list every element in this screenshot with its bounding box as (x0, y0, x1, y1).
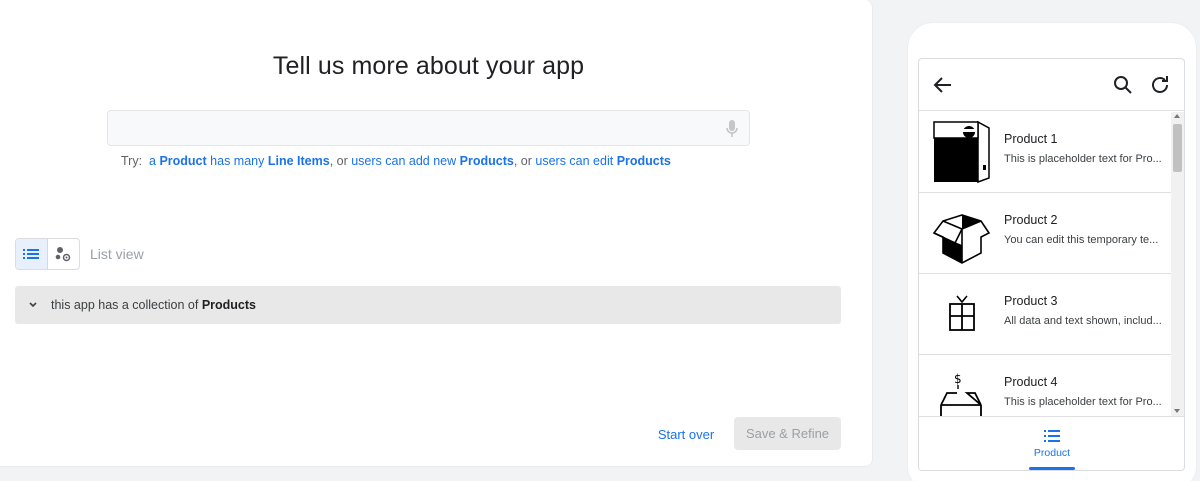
phone-screen: Product 1 This is placeholder text for P… (918, 58, 1185, 471)
list-item[interactable]: $ Product 4 This is placeholder text for… (919, 355, 1171, 416)
save-refine-button[interactable]: Save & Refine (734, 417, 841, 450)
item-title: Product 3 (1004, 294, 1058, 308)
back-arrow-icon[interactable] (931, 73, 955, 97)
item-description: This is placeholder text for Pro... (1004, 396, 1162, 408)
suggestion-text: users can edit (535, 154, 614, 168)
suggestion-entity: Products (459, 154, 514, 168)
item-description: This is placeholder text for Pro... (1004, 153, 1162, 165)
collection-prefix: this app has a collection of (51, 298, 199, 312)
app-root: Tell us more about your app Try: a Produ… (0, 0, 1200, 481)
page-title: Tell us more about your app (272, 52, 585, 80)
chevron-down-icon[interactable] (15, 301, 51, 309)
search-icon[interactable] (1111, 73, 1135, 97)
item-title: Product 4 (1004, 375, 1058, 389)
svg-text:$: $ (954, 372, 962, 386)
nav-tab-label: Product (1033, 447, 1071, 459)
suggestion-entity: Products (616, 154, 671, 168)
list-icon (1044, 430, 1060, 442)
active-tab-indicator (1029, 467, 1075, 470)
nav-tab-product[interactable]: Product (1026, 417, 1078, 470)
microphone-icon[interactable] (725, 119, 739, 139)
item-title: Product 1 (1004, 132, 1058, 146)
box-closed-icon (933, 120, 991, 184)
suggestion-text: users can add new (351, 154, 457, 168)
app-header (919, 59, 1184, 111)
gift-box-icon (933, 282, 991, 346)
list-view-button[interactable] (16, 239, 48, 269)
prompt-box (107, 110, 750, 146)
start-over-button[interactable]: Start over (647, 418, 725, 450)
list-scrollbar[interactable] (1171, 112, 1184, 416)
suggestion-add-products[interactable]: users can add new Products (351, 154, 514, 168)
list-item[interactable]: Product 3 All data and text shown, inclu… (919, 274, 1171, 355)
item-description: You can edit this temporary te... (1004, 234, 1159, 246)
view-toggle (15, 238, 80, 270)
settings-nodes-icon (55, 247, 71, 262)
box-open-icon (932, 201, 991, 265)
suggestion-separator: , or (513, 154, 532, 168)
list-item[interactable]: Product 1 This is placeholder text for P… (919, 112, 1171, 193)
suggestion-line: Try: a Product has many Line Items, or u… (121, 154, 671, 168)
scrollbar-thumb[interactable] (1173, 124, 1182, 172)
list-icon (23, 249, 40, 259)
refresh-icon[interactable] (1148, 73, 1172, 97)
entity-view-button[interactable] (48, 239, 79, 269)
list-item[interactable]: Product 2 You can edit this temporary te… (919, 193, 1171, 274)
product-list: Product 1 This is placeholder text for P… (919, 112, 1184, 416)
collection-entity: Products (201, 298, 256, 312)
suggestion-text: a (149, 154, 156, 168)
collection-bar[interactable]: this app has a collection of Products (15, 286, 841, 324)
suggestion-prefix: Try: (121, 154, 143, 168)
suggestion-text: has many (210, 154, 265, 168)
suggestion-product-line-items[interactable]: a Product has many Line Items (149, 154, 330, 168)
scroll-up-arrow-icon[interactable] (1174, 114, 1180, 118)
suggestion-edit-products[interactable]: users can edit Products (535, 154, 671, 168)
collection-text: this app has a collection of Products (51, 298, 256, 312)
scroll-down-arrow-icon[interactable] (1174, 409, 1180, 413)
view-mode-label: List view (90, 246, 144, 262)
suggestion-entity: Line Items (267, 154, 330, 168)
bottom-nav: Product (919, 416, 1184, 470)
suggestion-separator: , or (329, 154, 348, 168)
suggestion-entity: Product (159, 154, 207, 168)
prompt-input[interactable] (118, 111, 718, 145)
item-title: Product 2 (1004, 213, 1058, 227)
item-description: All data and text shown, includ... (1004, 315, 1162, 327)
main-panel: Tell us more about your app Try: a Produ… (0, 0, 873, 467)
money-box-icon: $ (933, 363, 991, 416)
